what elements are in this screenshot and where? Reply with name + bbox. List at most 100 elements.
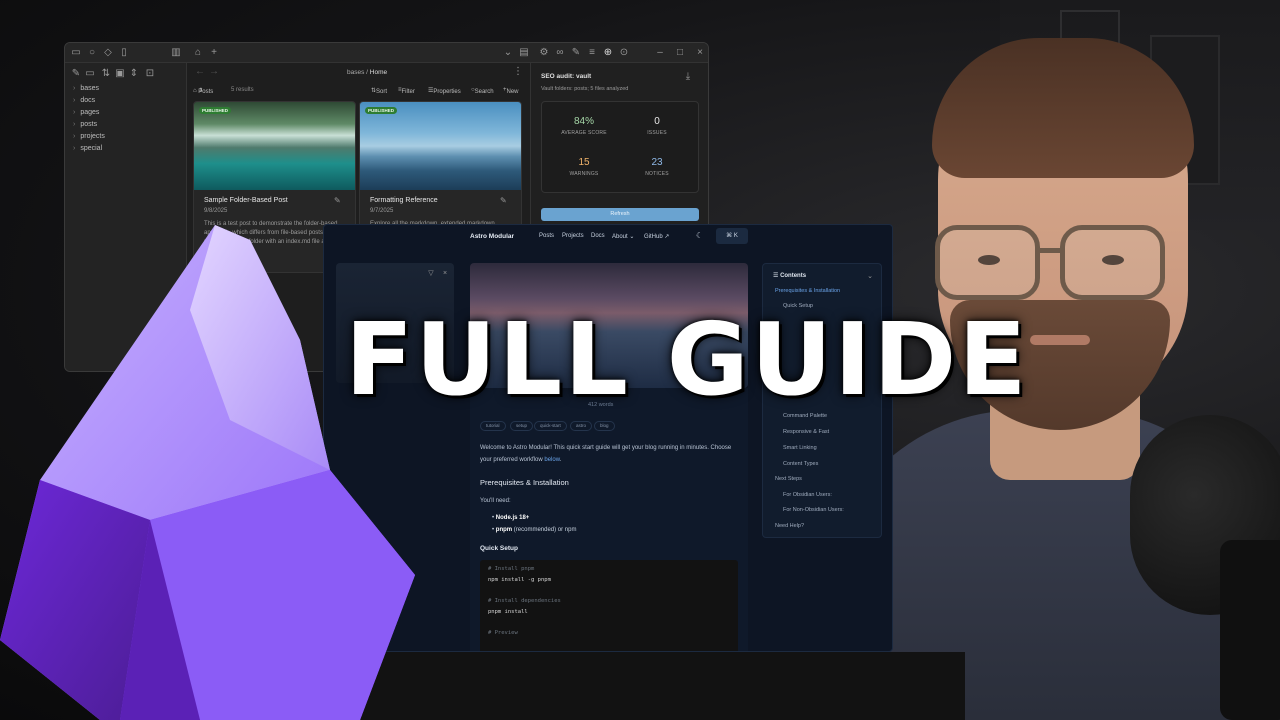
filter-icon[interactable]: ▽ bbox=[424, 267, 438, 281]
nav-about[interactable]: About ⌄ bbox=[612, 233, 634, 240]
zoom-icon[interactable]: ⊙ bbox=[617, 46, 631, 60]
microphone-arm bbox=[1220, 540, 1280, 720]
close-icon[interactable]: × bbox=[693, 46, 707, 60]
forward-icon[interactable]: → bbox=[207, 65, 221, 79]
edit-icon[interactable]: ✎ bbox=[569, 46, 583, 60]
expand-icon[interactable]: ⇕ bbox=[127, 67, 141, 81]
maximize-icon[interactable]: □ bbox=[673, 46, 687, 60]
seo-stats-grid: 84% AVERAGE SCORE 0 ISSUES 15 WARNINGS 2… bbox=[541, 101, 699, 193]
toc-item[interactable]: For Non-Obsidian Users: bbox=[783, 507, 844, 513]
external-link-icon: ↗ bbox=[664, 234, 670, 240]
toc-item[interactable]: Prerequisites & Installation bbox=[775, 288, 840, 294]
tree-item-special[interactable]: › special bbox=[73, 145, 102, 152]
list-item: • Node.js 18+ bbox=[492, 515, 530, 521]
tree-item-pages[interactable]: › pages bbox=[73, 109, 99, 116]
breadcrumb-page: Home bbox=[369, 69, 388, 76]
notices-label: NOTICES bbox=[645, 171, 669, 177]
mountain-image bbox=[360, 102, 521, 190]
folder-icon[interactable]: ▭ bbox=[69, 46, 83, 60]
command-palette-button[interactable]: ⌘ K bbox=[716, 228, 748, 244]
tree-item-posts[interactable]: › posts bbox=[73, 121, 97, 128]
youll-need-text: You'll need: bbox=[480, 498, 511, 504]
refresh-button[interactable]: Refresh bbox=[541, 208, 699, 221]
list-item: • pnpm (recommended) or npm bbox=[492, 527, 577, 533]
new-tab-icon[interactable]: + bbox=[207, 46, 221, 60]
new-note-icon[interactable]: ✎ bbox=[69, 67, 83, 81]
nav-github[interactable]: GitHub ↗ bbox=[644, 233, 669, 240]
glasses-lens-left bbox=[935, 225, 1040, 300]
obsidian-logo-icon bbox=[0, 225, 415, 720]
link-icon[interactable]: ∞ bbox=[553, 46, 567, 60]
list-icon[interactable]: ≡ bbox=[585, 46, 599, 60]
chevron-right-icon: › bbox=[73, 145, 76, 152]
presenter-mouth bbox=[1030, 335, 1090, 345]
thumbnail-headline: FULL GUIDE bbox=[345, 301, 1029, 418]
toc-item[interactable]: Responsive & Fast bbox=[783, 429, 829, 435]
toc-item[interactable]: Content Types bbox=[783, 461, 818, 467]
sort-icon[interactable]: ⇅ bbox=[99, 67, 113, 81]
toc-item[interactable]: For Obsidian Users: bbox=[783, 492, 832, 498]
pencil-icon[interactable]: ✎ bbox=[500, 196, 507, 205]
pencil-icon[interactable]: ✎ bbox=[334, 196, 341, 205]
tree-item-docs[interactable]: › docs bbox=[73, 97, 95, 104]
chevron-down-icon: ⌄ bbox=[629, 234, 635, 240]
nav-projects[interactable]: Projects bbox=[562, 233, 584, 239]
results-count: 5 results bbox=[231, 87, 254, 93]
bookmark-icon[interactable]: ▯ bbox=[117, 46, 131, 60]
issues-label: ISSUES bbox=[647, 130, 667, 136]
search-button[interactable]: ○ Search bbox=[471, 87, 494, 95]
base-toolbar: ⌂ Posts ⇕ 5 results ⇅ Sort ≡ Filter ☰ Pr… bbox=[193, 85, 524, 99]
chevron-right-icon: › bbox=[73, 97, 76, 104]
collapse-icon[interactable]: ▣ bbox=[113, 67, 127, 81]
tag-chip[interactable]: tutorial bbox=[480, 421, 506, 431]
chevron-right-icon: › bbox=[73, 121, 76, 128]
toc-item[interactable]: Need Help? bbox=[775, 523, 804, 529]
article-body: 412 words tutorial setup quick-start ast… bbox=[470, 388, 748, 651]
toc-item[interactable]: Next Steps bbox=[775, 476, 802, 482]
new-button[interactable]: + New bbox=[503, 87, 519, 95]
graph-icon[interactable]: ⚙ bbox=[537, 46, 551, 60]
back-icon[interactable]: ← bbox=[193, 65, 207, 79]
home-icon[interactable]: ⌂ bbox=[191, 46, 205, 60]
tag-chip[interactable]: setup bbox=[510, 421, 534, 431]
toc-header[interactable]: ☰ Contents bbox=[773, 272, 806, 279]
tree-item-projects[interactable]: › projects bbox=[73, 133, 105, 140]
tag-chip[interactable]: blog bbox=[594, 421, 615, 431]
chevron-down-icon[interactable]: ⌄ bbox=[501, 46, 515, 60]
new-folder-icon[interactable]: ▭ bbox=[83, 67, 97, 81]
right-sidebar-icon[interactable]: ▤ bbox=[517, 46, 531, 60]
sort-button[interactable]: ⇅ Sort bbox=[371, 87, 387, 95]
download-icon[interactable]: ⤓ bbox=[681, 70, 695, 84]
nav-posts[interactable]: Posts bbox=[539, 233, 554, 239]
close-icon[interactable]: × bbox=[438, 267, 452, 281]
reveal-icon[interactable]: ⊡ bbox=[143, 67, 157, 81]
moon-icon[interactable]: ☾ bbox=[696, 231, 703, 240]
nav-docs[interactable]: Docs bbox=[591, 233, 605, 239]
warnings-value: 15 bbox=[578, 157, 590, 168]
breadcrumb-folder[interactable]: bases bbox=[347, 69, 364, 76]
more-options-icon[interactable]: ⋮ bbox=[511, 65, 525, 79]
tree-item-bases[interactable]: › bases bbox=[73, 85, 99, 92]
search-icon[interactable]: ○ bbox=[85, 46, 99, 60]
tag-icon[interactable]: ◇ bbox=[101, 46, 115, 60]
list-icon: ☰ bbox=[773, 273, 779, 279]
tag-chip[interactable]: astro bbox=[570, 421, 593, 431]
chevron-down-icon[interactable]: ⌄ bbox=[863, 270, 877, 284]
chevron-right-icon: › bbox=[73, 133, 76, 140]
zoom-in-icon[interactable]: ⊕ bbox=[601, 46, 615, 60]
heading-prerequisites: Prerequisites & Installation bbox=[480, 478, 569, 487]
status-badge: PUBLISHED bbox=[365, 107, 398, 114]
breadcrumb: bases / Home bbox=[347, 69, 387, 76]
toc-item[interactable]: Smart Linking bbox=[783, 445, 817, 451]
view-selector[interactable]: ⌂ Posts ⇕ bbox=[193, 87, 213, 95]
chevron-right-icon: › bbox=[73, 109, 76, 116]
properties-button[interactable]: ☰ Properties bbox=[428, 87, 461, 95]
minimize-icon[interactable]: – bbox=[653, 46, 667, 60]
code-block: # Install pnpm npm install -g pnpm # Ins… bbox=[480, 560, 738, 651]
site-brand[interactable]: Astro Modular bbox=[470, 233, 514, 240]
filter-button[interactable]: ≡ Filter bbox=[398, 87, 415, 95]
tag-chip[interactable]: quick-start bbox=[534, 421, 567, 431]
glasses-lens-right bbox=[1060, 225, 1165, 300]
sidebar-toggle-icon[interactable]: ▥ bbox=[169, 46, 183, 60]
below-link[interactable]: below bbox=[544, 457, 559, 463]
